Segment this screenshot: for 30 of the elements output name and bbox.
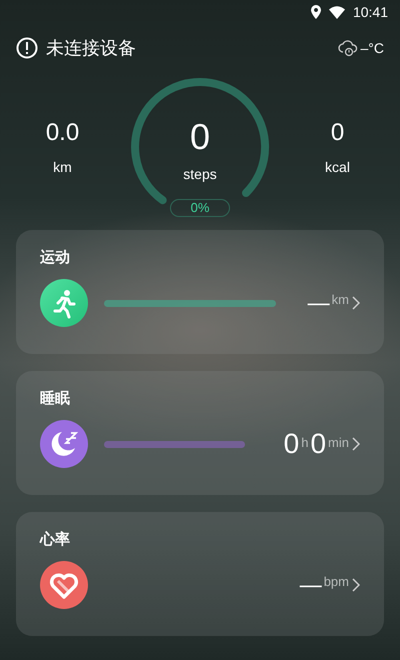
reading-value: 0 bbox=[284, 428, 300, 460]
chevron-right-icon bbox=[352, 437, 360, 451]
connection-status: 未连接设备 bbox=[46, 37, 136, 60]
weather-icon bbox=[338, 39, 358, 57]
moon-icon bbox=[40, 420, 88, 468]
temperature: –°C bbox=[360, 40, 384, 56]
calories-value: 0 bbox=[330, 119, 344, 147]
card-title: 运动 bbox=[40, 248, 70, 267]
location-icon bbox=[310, 5, 321, 19]
reading-unit: h bbox=[301, 435, 308, 450]
wifi-icon bbox=[328, 6, 345, 18]
reading-value: — bbox=[300, 572, 322, 598]
clock: 10:41 bbox=[352, 4, 388, 20]
reading-value: — bbox=[308, 290, 330, 316]
chevron-right-icon bbox=[352, 296, 360, 310]
calories-unit: kcal bbox=[325, 159, 350, 175]
card-title: 心率 bbox=[40, 530, 70, 549]
reading-unit: km bbox=[332, 292, 349, 307]
distance-unit: km bbox=[53, 159, 72, 175]
warning-icon bbox=[16, 37, 38, 59]
reading-value: 0 bbox=[310, 428, 326, 460]
reading-unit: min bbox=[328, 435, 349, 450]
steps-unit: steps bbox=[183, 166, 217, 182]
running-icon bbox=[40, 279, 88, 327]
reading-unit: bpm bbox=[324, 574, 349, 589]
steps-value: 0 bbox=[190, 116, 210, 158]
distance-value: 0.0 bbox=[46, 119, 80, 147]
progress-percent: 0% bbox=[170, 199, 230, 217]
chevron-right-icon bbox=[352, 578, 360, 592]
card-title: 睡眠 bbox=[40, 389, 70, 408]
